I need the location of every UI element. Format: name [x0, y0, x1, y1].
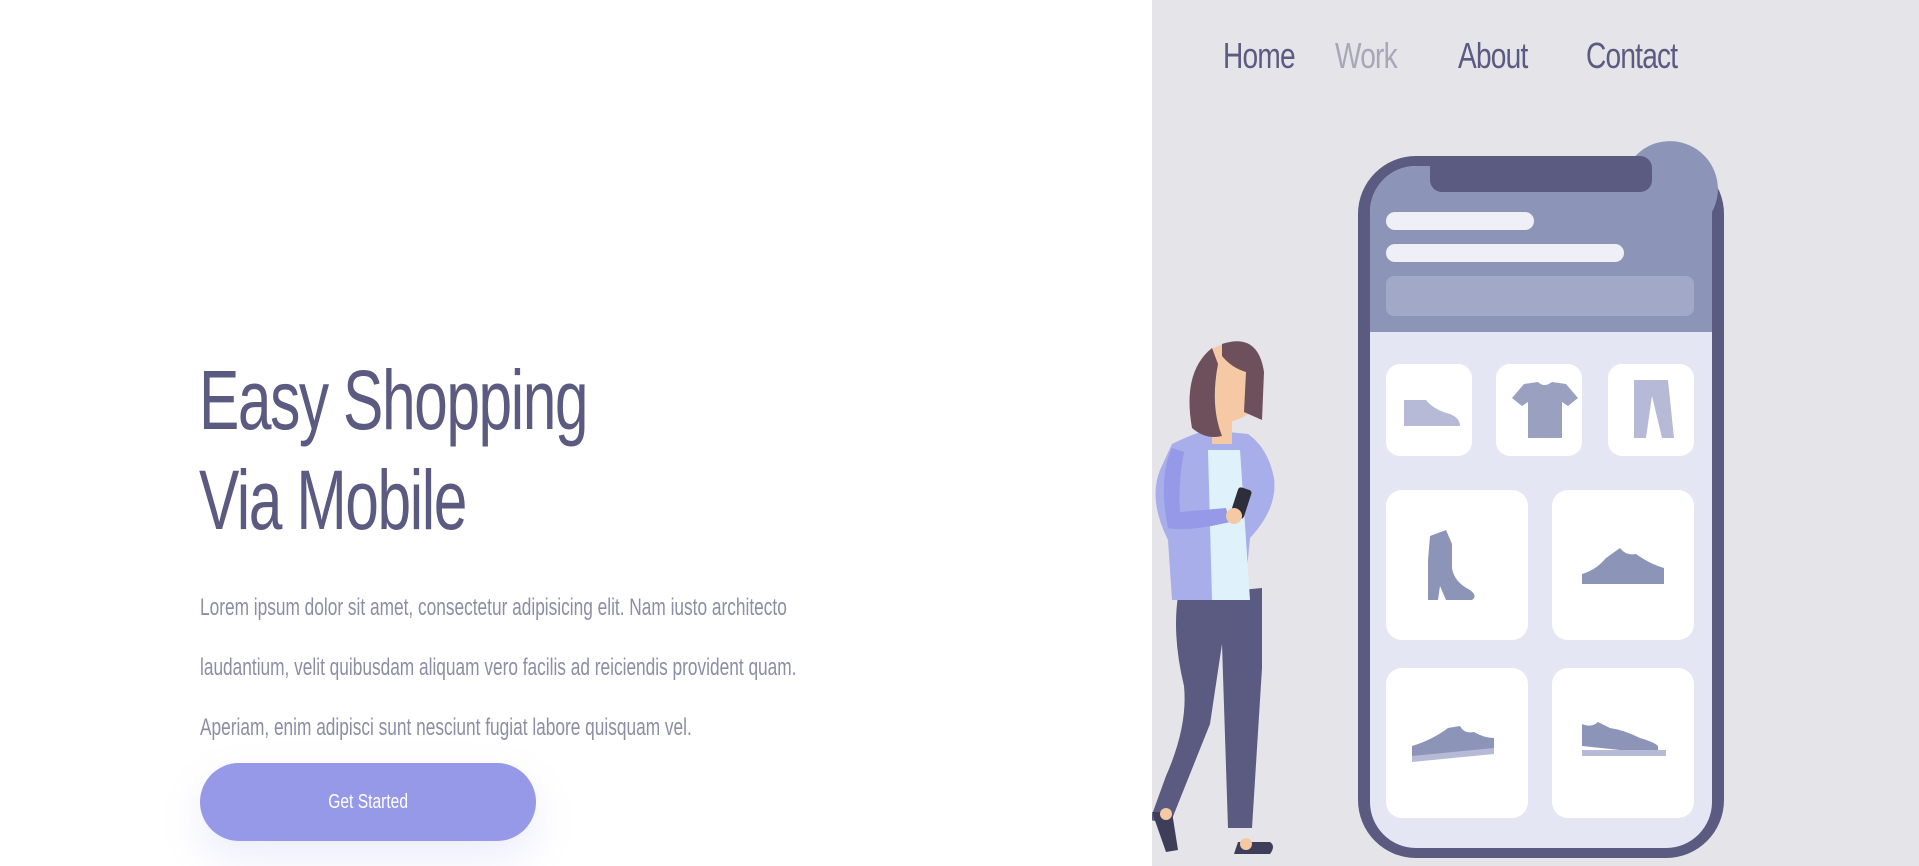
shopping-illustration [1152, 141, 1724, 858]
hero-description: Lorem ipsum dolor sit amet, consectetur … [200, 578, 920, 758]
woman-illustration [1152, 341, 1275, 854]
get-started-button[interactable]: Get Started [200, 763, 536, 841]
get-started-label: Get Started [328, 790, 408, 813]
hero-description-line: Aperiam, enim adipisci sunt nesciunt fug… [200, 714, 692, 741]
hero-description-line: Lorem ipsum dolor sit amet, consectetur … [200, 594, 787, 621]
hero-title: Easy Shopping Via Mobile [199, 350, 589, 550]
hero-title-line-2: Via Mobile [199, 453, 467, 547]
hero-title-line-1: Easy Shopping [199, 353, 589, 447]
hero-description-line: laudantium, velit quibusdam aliquam vero… [200, 654, 797, 681]
